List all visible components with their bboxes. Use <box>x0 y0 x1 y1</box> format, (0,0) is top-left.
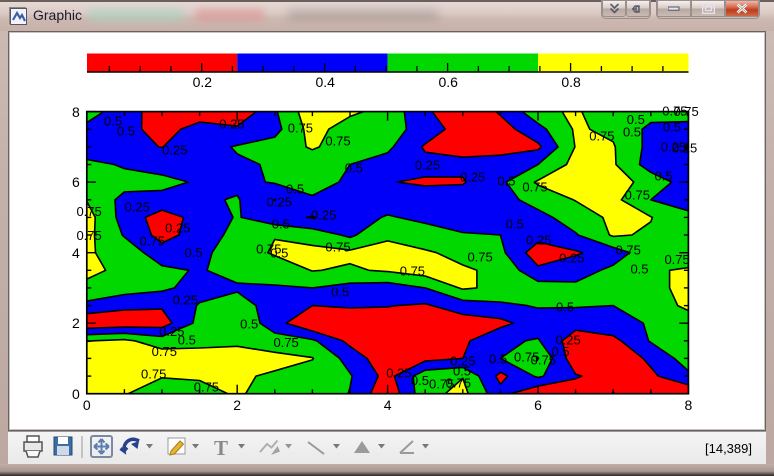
svg-text:0.75: 0.75 <box>273 335 298 350</box>
svg-text:0.25: 0.25 <box>173 292 198 307</box>
svg-text:0.25: 0.25 <box>219 117 244 132</box>
svg-text:0.5: 0.5 <box>345 161 363 176</box>
svg-text:0.75: 0.75 <box>616 243 641 258</box>
svg-text:0.75: 0.75 <box>429 377 454 392</box>
svg-text:0.25: 0.25 <box>162 143 187 158</box>
svg-text:0.5: 0.5 <box>556 300 574 315</box>
svg-text:0.75: 0.75 <box>288 120 313 135</box>
svg-text:0.8: 0.8 <box>561 74 581 90</box>
svg-text:8: 8 <box>72 104 80 120</box>
svg-text:0.75: 0.75 <box>522 180 547 195</box>
svg-text:0.5: 0.5 <box>411 373 429 388</box>
svg-text:0.25: 0.25 <box>526 233 551 248</box>
svg-text:0.75: 0.75 <box>76 204 101 219</box>
svg-text:0.75: 0.75 <box>76 228 101 243</box>
svg-text:4: 4 <box>72 245 80 261</box>
svg-text:0.5: 0.5 <box>178 333 196 348</box>
svg-text:0.25: 0.25 <box>460 169 485 184</box>
svg-text:0.5: 0.5 <box>630 261 648 276</box>
svg-text:0.75: 0.75 <box>141 367 166 382</box>
svg-text:0.2: 0.2 <box>193 74 213 90</box>
svg-text:0.75: 0.75 <box>467 249 492 264</box>
svg-text:0.75: 0.75 <box>400 264 425 279</box>
svg-text:0.75: 0.75 <box>664 252 689 267</box>
svg-text:0.75: 0.75 <box>589 128 614 143</box>
svg-text:0.75: 0.75 <box>625 187 650 202</box>
svg-text:4: 4 <box>384 397 392 413</box>
svg-text:0.25: 0.25 <box>311 207 336 222</box>
svg-text:8: 8 <box>685 397 693 413</box>
svg-text:0.6: 0.6 <box>438 74 458 90</box>
svg-text:0.4: 0.4 <box>315 74 335 90</box>
svg-text:0.75: 0.75 <box>325 240 350 255</box>
svg-text:0.5: 0.5 <box>272 217 290 232</box>
svg-text:0.5: 0.5 <box>663 120 681 135</box>
svg-text:0.5: 0.5 <box>497 174 515 189</box>
svg-text:0.75: 0.75 <box>673 104 698 119</box>
svg-text:0.5: 0.5 <box>489 352 507 367</box>
svg-text:6: 6 <box>72 174 80 190</box>
svg-text:0: 0 <box>83 397 91 413</box>
svg-text:0.75: 0.75 <box>140 234 165 249</box>
svg-text:0.25: 0.25 <box>386 365 411 380</box>
svg-text:T: T <box>214 436 228 460</box>
svg-text:0.5: 0.5 <box>552 344 570 359</box>
svg-text:0.5: 0.5 <box>506 217 524 232</box>
svg-text:0.5: 0.5 <box>270 246 288 261</box>
svg-text:0: 0 <box>72 386 80 402</box>
svg-text:0.25: 0.25 <box>415 157 440 172</box>
svg-text:2: 2 <box>72 315 80 331</box>
svg-text:0.75: 0.75 <box>325 133 350 148</box>
svg-text:2: 2 <box>233 397 241 413</box>
svg-text:0.25: 0.25 <box>125 199 150 214</box>
svg-text:6: 6 <box>534 397 542 413</box>
svg-text:0.25: 0.25 <box>559 250 584 265</box>
svg-text:0.75: 0.75 <box>152 344 177 359</box>
svg-text:0.5: 0.5 <box>623 125 641 140</box>
svg-text:0.5: 0.5 <box>286 182 304 197</box>
svg-text:0.5: 0.5 <box>185 245 203 260</box>
svg-text:0.5: 0.5 <box>117 124 135 139</box>
svg-text:0.25: 0.25 <box>165 221 190 236</box>
svg-text:0.5: 0.5 <box>655 168 673 183</box>
svg-text:0.25: 0.25 <box>672 140 697 155</box>
svg-text:0.5: 0.5 <box>331 285 349 300</box>
svg-text:0.5: 0.5 <box>240 316 258 331</box>
svg-text:0.75: 0.75 <box>194 380 219 395</box>
